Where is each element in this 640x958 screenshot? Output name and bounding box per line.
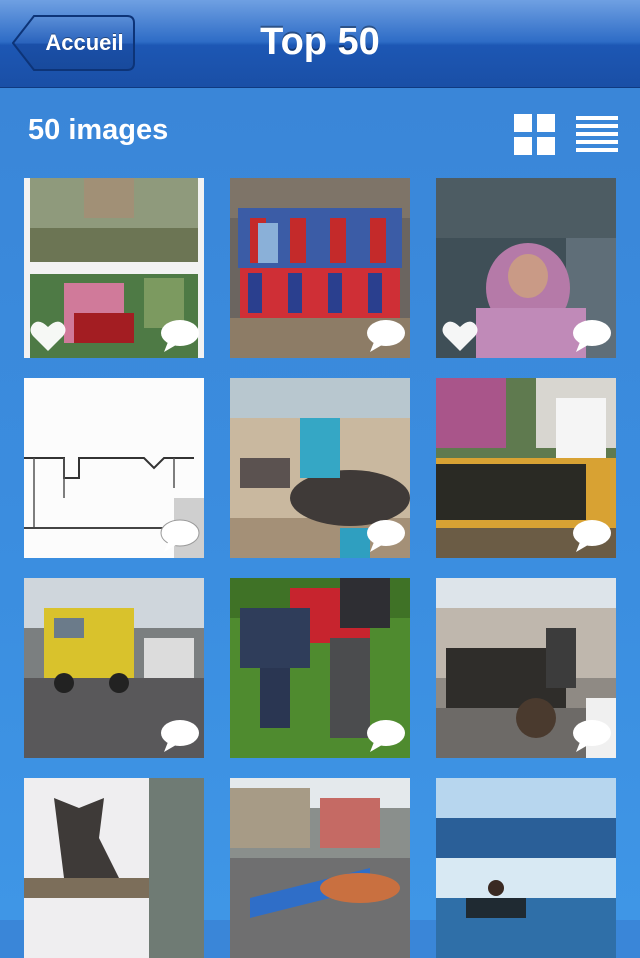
thumbnail-3[interactable]	[436, 178, 616, 358]
comment-bubble-icon[interactable]	[572, 318, 612, 354]
thumbnail-9[interactable]	[436, 578, 616, 758]
comment-bubble-icon[interactable]	[572, 518, 612, 554]
heart-icon[interactable]	[30, 320, 66, 352]
comment-bubble-icon[interactable]	[366, 318, 406, 354]
comment-bubble-icon[interactable]	[160, 518, 200, 554]
thumbnail-12[interactable]	[436, 778, 616, 958]
thumbnail-4[interactable]	[24, 378, 204, 558]
list-view-icon[interactable]	[576, 114, 618, 156]
back-button[interactable]: Accueil	[12, 15, 135, 71]
grid-icon	[514, 114, 555, 155]
comment-bubble-icon[interactable]	[160, 318, 200, 354]
thumbnail-8[interactable]	[230, 578, 410, 758]
thumbnail-11[interactable]	[230, 778, 410, 958]
back-button-label: Accueil	[45, 30, 124, 55]
comment-bubble-icon[interactable]	[572, 718, 612, 754]
list-icon	[576, 116, 618, 152]
comment-bubble-icon[interactable]	[366, 718, 406, 754]
comment-bubble-icon[interactable]	[160, 718, 200, 754]
photo-image	[436, 778, 616, 958]
photo-image	[24, 778, 204, 958]
thumbnail-2[interactable]	[230, 178, 410, 358]
nav-bar: Accueil Top 50	[0, 0, 640, 88]
thumbnail-7[interactable]	[24, 578, 204, 758]
grid-view-icon[interactable]	[514, 114, 556, 156]
thumbnail-1[interactable]	[24, 178, 204, 358]
page-title: Top 50	[260, 21, 380, 63]
photo-image	[230, 778, 410, 958]
gallery-content: 50 images	[0, 88, 640, 958]
thumbnail-5[interactable]	[230, 378, 410, 558]
image-count: 50 images	[28, 114, 169, 146]
comment-bubble-icon[interactable]	[366, 518, 406, 554]
thumbnail-6[interactable]	[436, 378, 616, 558]
heart-icon[interactable]	[442, 320, 478, 352]
thumbnail-10[interactable]	[24, 778, 204, 958]
